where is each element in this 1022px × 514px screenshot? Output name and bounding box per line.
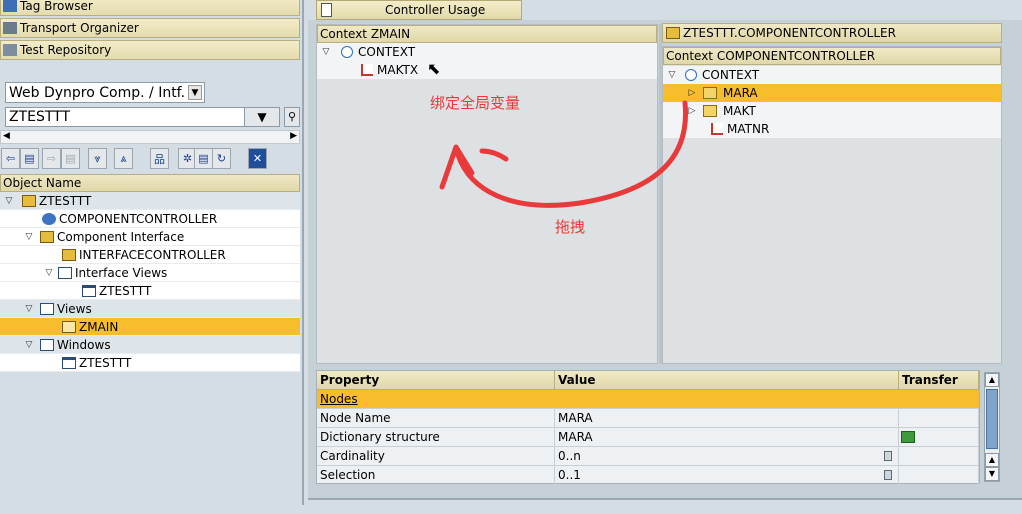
collapse-icon[interactable]: ⩓: [114, 148, 133, 169]
value-help-icon[interactable]: [884, 451, 892, 461]
attribute-icon: [711, 123, 723, 135]
scroll-left-icon[interactable]: ◀: [3, 131, 10, 141]
forward-icon[interactable]: ⇨: [42, 148, 61, 169]
object-list-header: Object Name: [0, 174, 300, 192]
workbench-window: Tag Browser Transport Organizer Test Rep…: [0, 0, 1022, 514]
expand-toggle-icon[interactable]: ▽: [667, 70, 677, 80]
window-icon: [62, 356, 76, 369]
expand-toggle-icon[interactable]: ▽: [24, 340, 34, 350]
test-repository-icon: [3, 44, 17, 56]
tree-node-views[interactable]: ▽ Views: [0, 300, 300, 318]
tree-node-root[interactable]: ▽ ZTESTTT: [0, 192, 300, 210]
nav-transport-organizer[interactable]: Transport Organizer: [0, 18, 300, 38]
context-node-icon: [685, 69, 697, 81]
scroll-thumb[interactable]: [986, 389, 998, 449]
drag-cursor-icon: ⬉: [427, 59, 441, 78]
view-context-root[interactable]: ▽ CONTEXT: [317, 43, 657, 61]
folder-view-icon: [40, 302, 54, 315]
tree-node-window-item[interactable]: ZTESTTT: [0, 354, 300, 372]
object-type-select[interactable]: Web Dynpro Comp. / Intf. ▼: [5, 82, 205, 103]
view-icon: [62, 320, 76, 333]
property-vertical-scrollbar[interactable]: ▲ ▲ ▼: [984, 372, 1000, 482]
view-context-attribute[interactable]: MAKTX ⬉: [317, 59, 657, 79]
transfer-icon[interactable]: [901, 431, 915, 443]
property-row[interactable]: Cardinality 0..n: [317, 447, 979, 466]
node-folder-icon: [703, 105, 717, 117]
tree-node-interfacecontroller[interactable]: INTERFACECONTROLLER: [0, 246, 300, 264]
interface-icon: [40, 230, 54, 243]
window-icon: [82, 284, 96, 297]
horizontal-scrollbar[interactable]: ◀ ▶: [0, 130, 300, 144]
nav-test-repository[interactable]: Test Repository: [0, 40, 300, 60]
expand-toggle-icon[interactable]: ▽: [321, 47, 331, 57]
scroll-up-icon[interactable]: ▲: [985, 373, 999, 387]
bottom-border: [308, 498, 1022, 500]
controller-icon: [42, 212, 56, 225]
tree-node-interface-views[interactable]: ▽ Interface Views: [0, 264, 300, 282]
cardinality-value[interactable]: 0..n: [555, 447, 899, 466]
scroll-right-icon[interactable]: ▶: [290, 131, 297, 141]
list-icon[interactable]: ▤: [194, 148, 213, 169]
column-header-transfer[interactable]: Transfer at...: [899, 371, 979, 406]
controller-title-bar: ZTESTTT.COMPONENTCONTROLLER: [662, 23, 1002, 43]
section-row-nodes[interactable]: Nodes: [317, 390, 979, 409]
property-row[interactable]: Node Name MARA: [317, 409, 979, 428]
tree-node-componentcontroller[interactable]: COMPONENTCONTROLLER: [0, 210, 300, 228]
folder-view-icon: [58, 266, 72, 279]
property-row[interactable]: Selection 0..1: [317, 466, 979, 485]
object-tree: ▽ ZTESTTT COMPONENTCONTROLLER ▽ Componen…: [0, 192, 300, 372]
expand-toggle-icon[interactable]: ▽: [24, 232, 34, 242]
glasses-icon[interactable]: ⚲: [284, 107, 300, 127]
scroll-down-icon[interactable]: ▼: [985, 467, 999, 481]
tree-node-windows[interactable]: ▽ Windows: [0, 336, 300, 354]
document-icon: [321, 3, 332, 17]
forward-list-icon[interactable]: ▤: [61, 148, 80, 169]
controller-icon: [62, 248, 76, 261]
expand-toggle-icon[interactable]: ▽: [4, 196, 14, 206]
expand-toggle-icon[interactable]: ▽: [24, 304, 34, 314]
selection-value[interactable]: 0..1: [555, 466, 899, 485]
left-navigation-panel: Tag Browser Transport Organizer Test Rep…: [0, 0, 304, 505]
component-icon: [22, 194, 36, 207]
tree-node-interface-view-item[interactable]: ZTESTTT: [0, 282, 300, 300]
context-node-mara[interactable]: ▷ MARA: [663, 84, 1001, 102]
tag-icon: [3, 0, 17, 12]
component-context-root[interactable]: ▽ CONTEXT: [663, 66, 1001, 84]
truck-icon: [3, 22, 17, 34]
expand-toggle-icon[interactable]: ▽: [44, 268, 54, 278]
column-header-value[interactable]: Value: [555, 371, 899, 390]
tree-node-zmain[interactable]: ZMAIN: [0, 318, 300, 336]
attribute-icon: [361, 64, 373, 76]
view-context-header: Context ZMAIN: [317, 25, 657, 43]
expand-icon[interactable]: ⩔: [88, 148, 107, 169]
nav-tag-browser[interactable]: Tag Browser: [0, 0, 300, 16]
component-context-panel: Context COMPONENTCONTROLLER ▽ CONTEXT ▷ …: [662, 46, 1002, 364]
drag-arrow: [439, 100, 689, 208]
property-table: Property Value Transfer at... Nodes Node…: [316, 370, 980, 485]
controller-icon: [666, 27, 680, 39]
node-folder-icon: [703, 87, 717, 99]
scroll-up-icon[interactable]: ▲: [985, 453, 999, 467]
section-link-nodes[interactable]: Nodes: [317, 390, 979, 409]
chevron-down-icon[interactable]: ▼: [188, 85, 202, 100]
display-dropdown-button[interactable]: ▼: [244, 107, 280, 127]
context-attribute-matnr[interactable]: MATNR: [663, 120, 1001, 138]
refresh-icon[interactable]: ↻: [212, 148, 231, 169]
object-name-input[interactable]: ZTESTTT: [5, 107, 245, 127]
context-node-icon: [341, 46, 353, 58]
hierarchy-icon[interactable]: 品: [150, 148, 169, 169]
context-node-makt[interactable]: ▷ MAKT: [663, 102, 1001, 120]
folder-window-icon: [40, 338, 54, 351]
tree-empty-area: [0, 372, 300, 505]
back-list-icon[interactable]: ▤: [20, 148, 39, 169]
back-icon[interactable]: ⇦: [1, 148, 20, 169]
column-header-property[interactable]: Property: [317, 371, 555, 390]
tree-node-component-interface[interactable]: ▽ Component Interface: [0, 228, 300, 246]
close-icon[interactable]: ✕: [248, 148, 267, 169]
property-row[interactable]: Dictionary structure MARA: [317, 428, 979, 447]
component-context-header: Context COMPONENTCONTROLLER: [663, 47, 1001, 65]
tab-controller-usage[interactable]: Controller Usage: [316, 0, 522, 20]
value-help-icon[interactable]: [884, 470, 892, 480]
